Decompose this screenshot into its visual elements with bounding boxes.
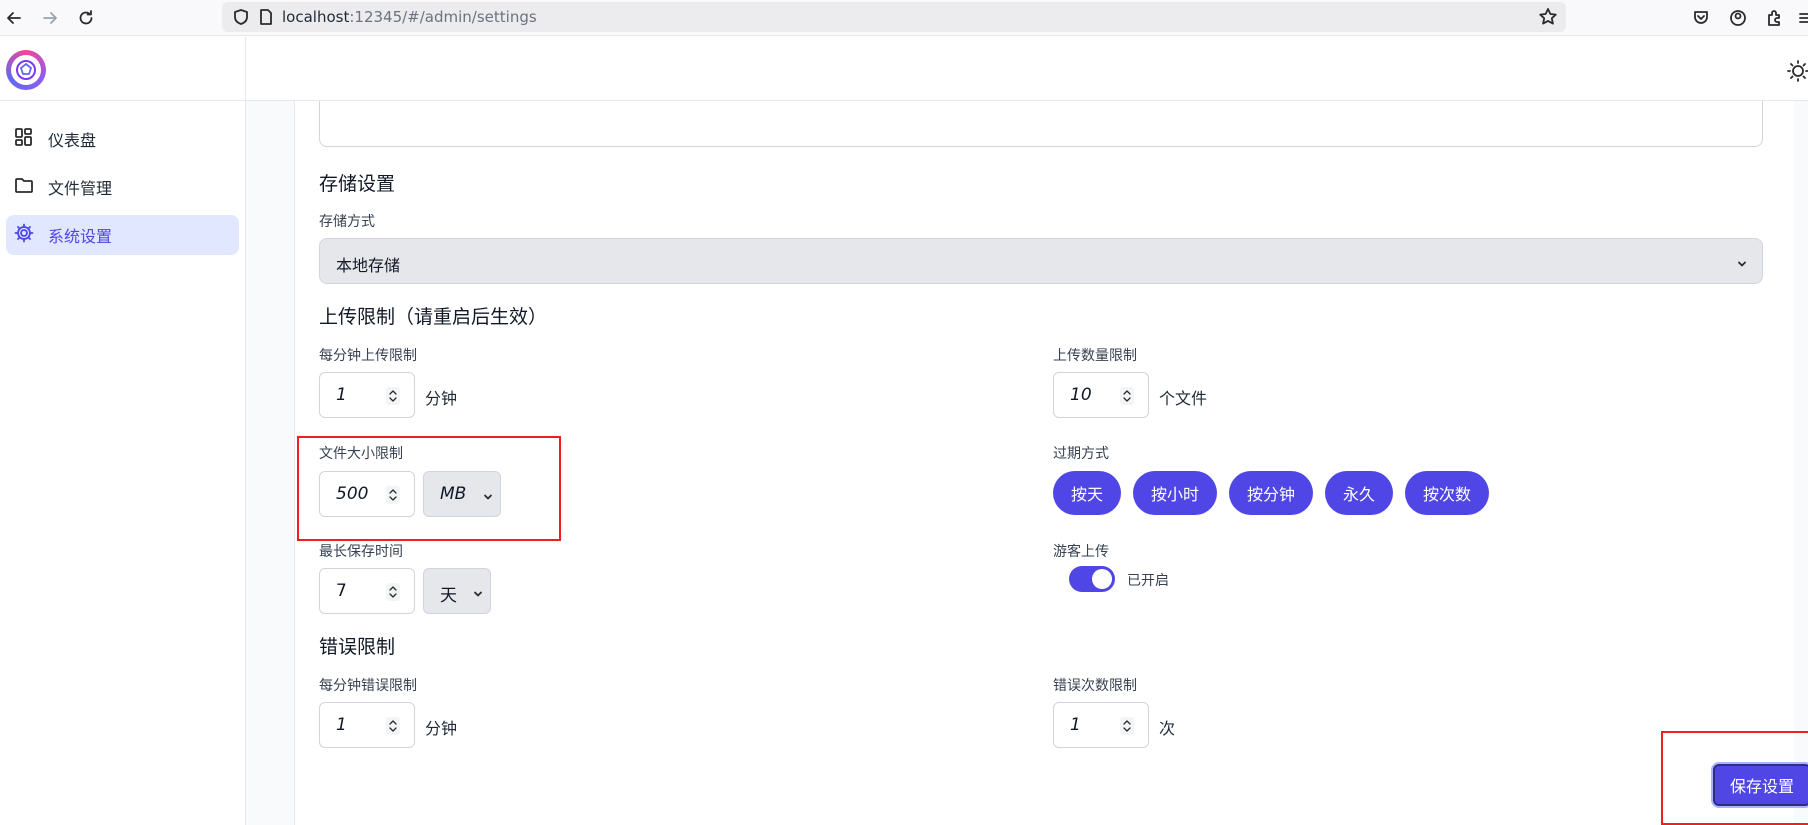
- max-save-time-input[interactable]: 7: [319, 568, 415, 614]
- pocket-icon[interactable]: [1689, 6, 1713, 30]
- shield-icon[interactable]: [232, 8, 250, 30]
- sidebar-item-files[interactable]: 文件管理: [6, 167, 239, 207]
- stepper-icon[interactable]: [386, 717, 400, 735]
- guest-upload-label: 游客上传: [1053, 544, 1109, 560]
- sidebar-item-label: 系统设置: [48, 227, 113, 246]
- previous-field-input[interactable]: [319, 101, 1763, 147]
- page-info-icon[interactable]: [258, 8, 274, 30]
- upload-count-value: 10: [1070, 385, 1092, 405]
- upload-per-minute-input[interactable]: 1: [319, 372, 415, 418]
- sidebar-nav: 仪表盘 文件管理 系统设置: [0, 101, 245, 255]
- error-count-input[interactable]: 1: [1053, 702, 1149, 748]
- sidebar-item-settings[interactable]: 系统设置: [6, 215, 239, 255]
- gear-icon: [14, 223, 34, 247]
- forward-icon[interactable]: [38, 6, 62, 30]
- error-per-minute-input[interactable]: 1: [319, 702, 415, 748]
- expire-option-count[interactable]: 按次数: [1405, 471, 1489, 515]
- url-text: localhost:12345/#/admin/settings: [282, 8, 537, 26]
- max-save-time-label: 最长保存时间: [319, 544, 403, 560]
- max-save-time-unit-select[interactable]: 天: [423, 568, 491, 614]
- chevron-down-icon: [1736, 255, 1748, 267]
- upload-section-title: 上传限制（请重启后生效）: [319, 306, 548, 328]
- stepper-icon[interactable]: [386, 583, 400, 601]
- expire-option-hour[interactable]: 按小时: [1133, 471, 1217, 515]
- upload-per-minute-value: 1: [336, 385, 347, 405]
- sidebar-item-label: 文件管理: [48, 179, 113, 198]
- error-count-unit: 次: [1159, 719, 1176, 738]
- stepper-icon[interactable]: [1120, 717, 1134, 735]
- app-logo[interactable]: [6, 50, 46, 90]
- upload-count-input[interactable]: 10: [1053, 372, 1149, 418]
- upload-per-minute-label: 每分钟上传限制: [319, 348, 417, 364]
- folder-icon: [14, 175, 34, 199]
- storage-method-label: 存储方式: [319, 214, 375, 230]
- browser-toolbar: localhost:12345/#/admin/settings: [0, 0, 1808, 36]
- toggle-knob: [1092, 569, 1112, 589]
- error-count-label: 错误次数限制: [1053, 678, 1137, 694]
- sidebar-item-label: 仪表盘: [48, 131, 97, 150]
- error-per-minute-value: 1: [336, 715, 347, 735]
- extensions-icon[interactable]: [1762, 6, 1786, 30]
- error-per-minute-unit: 分钟: [425, 719, 458, 738]
- account-icon[interactable]: [1726, 6, 1750, 30]
- sidebar: 仪表盘 文件管理 系统设置: [0, 37, 246, 825]
- guest-upload-toggle[interactable]: [1069, 566, 1115, 592]
- back-icon[interactable]: [2, 6, 26, 30]
- guest-upload-status: 已开启: [1127, 573, 1169, 589]
- expire-option-forever[interactable]: 永久: [1325, 471, 1393, 515]
- chevron-down-icon: [472, 585, 484, 597]
- max-save-time-unit-value: 天: [440, 586, 457, 606]
- max-save-time-value: 7: [336, 581, 347, 601]
- error-section-title: 错误限制: [319, 636, 396, 658]
- content-header: [246, 37, 1808, 101]
- sidebar-header: [0, 37, 245, 101]
- error-count-value: 1: [1070, 715, 1081, 735]
- storage-method-value: 本地存储: [336, 256, 401, 275]
- highlight-box-file-size: [297, 436, 561, 541]
- sidebar-item-dashboard[interactable]: 仪表盘: [6, 119, 239, 159]
- storage-section-title: 存储设置: [319, 173, 396, 195]
- menu-icon[interactable]: [1794, 6, 1808, 30]
- expire-option-day[interactable]: 按天: [1053, 471, 1121, 515]
- url-host: localhost: [282, 8, 350, 26]
- stepper-icon[interactable]: [386, 387, 400, 405]
- address-bar[interactable]: localhost:12345/#/admin/settings: [222, 2, 1566, 32]
- settings-card: 存储设置 存储方式 本地存储 上传限制（请重启后生效） 每分钟上传限制 1 分钟…: [294, 101, 1808, 825]
- reload-icon[interactable]: [74, 6, 98, 30]
- upload-per-minute-unit: 分钟: [425, 389, 458, 408]
- main-content: 存储设置 存储方式 本地存储 上传限制（请重启后生效） 每分钟上传限制 1 分钟…: [246, 101, 1808, 825]
- expire-method-label: 过期方式: [1053, 446, 1109, 462]
- stepper-icon[interactable]: [1120, 387, 1134, 405]
- dashboard-icon: [14, 127, 34, 151]
- bookmark-star-icon[interactable]: [1538, 7, 1558, 31]
- storage-method-select[interactable]: 本地存储: [319, 238, 1763, 284]
- url-path: :12345/#/admin/settings: [349, 8, 537, 26]
- highlight-box-save: [1661, 731, 1808, 825]
- upload-count-label: 上传数量限制: [1053, 348, 1137, 364]
- error-per-minute-label: 每分钟错误限制: [319, 678, 417, 694]
- theme-toggle-sun-icon[interactable]: [1784, 59, 1808, 83]
- upload-count-unit: 个文件: [1159, 389, 1208, 408]
- expire-option-minute[interactable]: 按分钟: [1229, 471, 1313, 515]
